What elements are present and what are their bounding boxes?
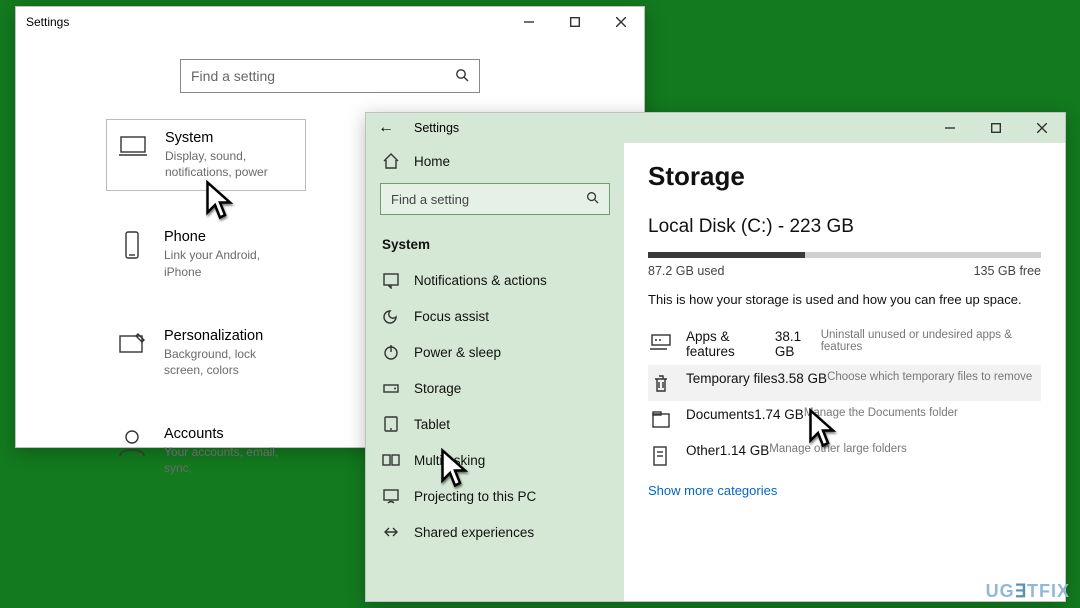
minimize-button[interactable] — [506, 7, 552, 37]
disk-used-label: 87.2 GB used — [648, 264, 724, 278]
search-icon — [455, 68, 469, 85]
category-name: Other — [686, 443, 720, 458]
search-icon — [586, 191, 599, 207]
category-sub: Choose which temporary files to remove — [827, 371, 1032, 386]
tile-sub: Your accounts, email, sync, — [164, 444, 296, 476]
disk-free-label: 135 GB free — [974, 264, 1041, 278]
category-icon — [650, 409, 672, 431]
show-more-link[interactable]: Show more categories — [648, 483, 1041, 498]
shared-icon — [382, 523, 400, 541]
tile-sub: Link your Android, iPhone — [164, 247, 296, 279]
tile-title: System — [165, 130, 295, 146]
window-title: Settings — [414, 121, 459, 135]
disk-title: Local Disk (C:) - 223 GB — [648, 216, 1041, 238]
phone-icon — [116, 229, 148, 261]
category-size: 1.14 GB — [720, 443, 770, 458]
search-placeholder: Find a setting — [391, 192, 469, 207]
storage-category-documents[interactable]: Documents1.74 GBManage the Documents fol… — [648, 401, 1041, 437]
watermark: UG∃TFIX — [986, 581, 1070, 602]
sidebar-item-label: Storage — [414, 381, 461, 396]
tile-system[interactable]: System Display, sound, notifications, po… — [106, 119, 306, 191]
multitasking-icon — [382, 451, 400, 469]
category-icon — [650, 331, 672, 353]
settings-storage-window: ← Settings Home Find a setting System — [365, 112, 1066, 602]
search-input[interactable]: Find a setting — [180, 59, 480, 93]
tile-title: Phone — [164, 229, 296, 245]
power-icon — [382, 343, 400, 361]
storage-category-apps-features[interactable]: Apps & features38.1 GBUninstall unused o… — [648, 323, 1041, 365]
storage-category-temporary-files[interactable]: Temporary files3.58 GBChoose which tempo… — [648, 365, 1041, 401]
sidebar-item-tablet[interactable]: Tablet — [366, 406, 624, 442]
storage-note: This is how your storage is used and how… — [648, 292, 1041, 307]
sidebar-search-input[interactable]: Find a setting — [380, 183, 610, 215]
category-size: 38.1 GB — [775, 329, 821, 359]
category-icon — [650, 445, 672, 467]
storage-category-other[interactable]: Other1.14 GBManage other large folders — [648, 437, 1041, 473]
page-heading: Storage — [648, 161, 1041, 192]
sidebar-item-shared-experiences[interactable]: Shared experiences — [366, 514, 624, 550]
accounts-icon — [116, 426, 148, 458]
maximize-button[interactable] — [973, 113, 1019, 143]
category-sub: Manage the Documents folder — [804, 407, 958, 422]
sidebar-item-label: Shared experiences — [414, 525, 534, 540]
projecting-icon — [382, 487, 400, 505]
home-icon — [382, 152, 400, 170]
sidebar-item-focus-assist[interactable]: Focus assist — [366, 298, 624, 334]
sidebar-item-projecting[interactable]: Projecting to this PC — [366, 478, 624, 514]
back-button[interactable]: ← — [378, 119, 394, 137]
sidebar-item-label: Projecting to this PC — [414, 489, 536, 504]
sidebar-item-notifications[interactable]: Notifications & actions — [366, 262, 624, 298]
category-icon — [650, 373, 672, 395]
close-button[interactable] — [1019, 113, 1065, 143]
sidebar-heading: System — [366, 223, 624, 262]
notifications-icon — [382, 271, 400, 289]
tile-sub: Background, lock screen, colors — [164, 346, 296, 378]
system-icon — [117, 130, 149, 162]
titlebar: ← Settings — [366, 113, 1065, 143]
tile-personalization[interactable]: Personalization Background, lock screen,… — [106, 318, 306, 388]
storage-icon — [382, 379, 400, 397]
window-controls — [927, 113, 1065, 143]
close-button[interactable] — [598, 7, 644, 37]
tile-sub: Display, sound, notifications, power — [165, 148, 295, 180]
titlebar: Settings — [16, 7, 644, 37]
category-sub: Manage other large folders — [769, 443, 906, 458]
window-controls — [506, 7, 644, 37]
sidebar-item-label: Multitasking — [414, 453, 485, 468]
search-placeholder: Find a setting — [191, 68, 275, 84]
sidebar-item-power-sleep[interactable]: Power & sleep — [366, 334, 624, 370]
storage-main-panel: Storage Local Disk (C:) - 223 GB 87.2 GB… — [624, 143, 1065, 601]
settings-sidebar: Home Find a setting System Notifications… — [366, 143, 624, 601]
sidebar-item-label: Focus assist — [414, 309, 489, 324]
category-size: 3.58 GB — [778, 371, 828, 386]
tile-title: Accounts — [164, 426, 296, 442]
tile-title: Personalization — [164, 328, 296, 344]
sidebar-home-label: Home — [414, 154, 450, 169]
category-size: 1.74 GB — [754, 407, 804, 422]
disk-usage-fill — [648, 252, 805, 258]
sidebar-item-label: Tablet — [414, 417, 450, 432]
tile-accounts[interactable]: Accounts Your accounts, email, sync, — [106, 416, 306, 486]
sidebar-home[interactable]: Home — [366, 143, 624, 179]
personalization-icon — [116, 328, 148, 360]
disk-usage-bar — [648, 252, 1041, 258]
tablet-icon — [382, 415, 400, 433]
minimize-button[interactable] — [927, 113, 973, 143]
sidebar-item-multitasking[interactable]: Multitasking — [366, 442, 624, 478]
sidebar-item-storage[interactable]: Storage — [366, 370, 624, 406]
sidebar-item-label: Notifications & actions — [414, 273, 547, 288]
category-name: Apps & features — [686, 329, 775, 359]
category-name: Documents — [686, 407, 754, 422]
sidebar-item-label: Power & sleep — [414, 345, 501, 360]
window-title: Settings — [26, 15, 506, 29]
category-sub: Uninstall unused or undesired apps & fea… — [821, 329, 1039, 359]
tile-phone[interactable]: Phone Link your Android, iPhone — [106, 219, 306, 289]
focus-assist-icon — [382, 307, 400, 325]
maximize-button[interactable] — [552, 7, 598, 37]
category-name: Temporary files — [686, 371, 778, 386]
